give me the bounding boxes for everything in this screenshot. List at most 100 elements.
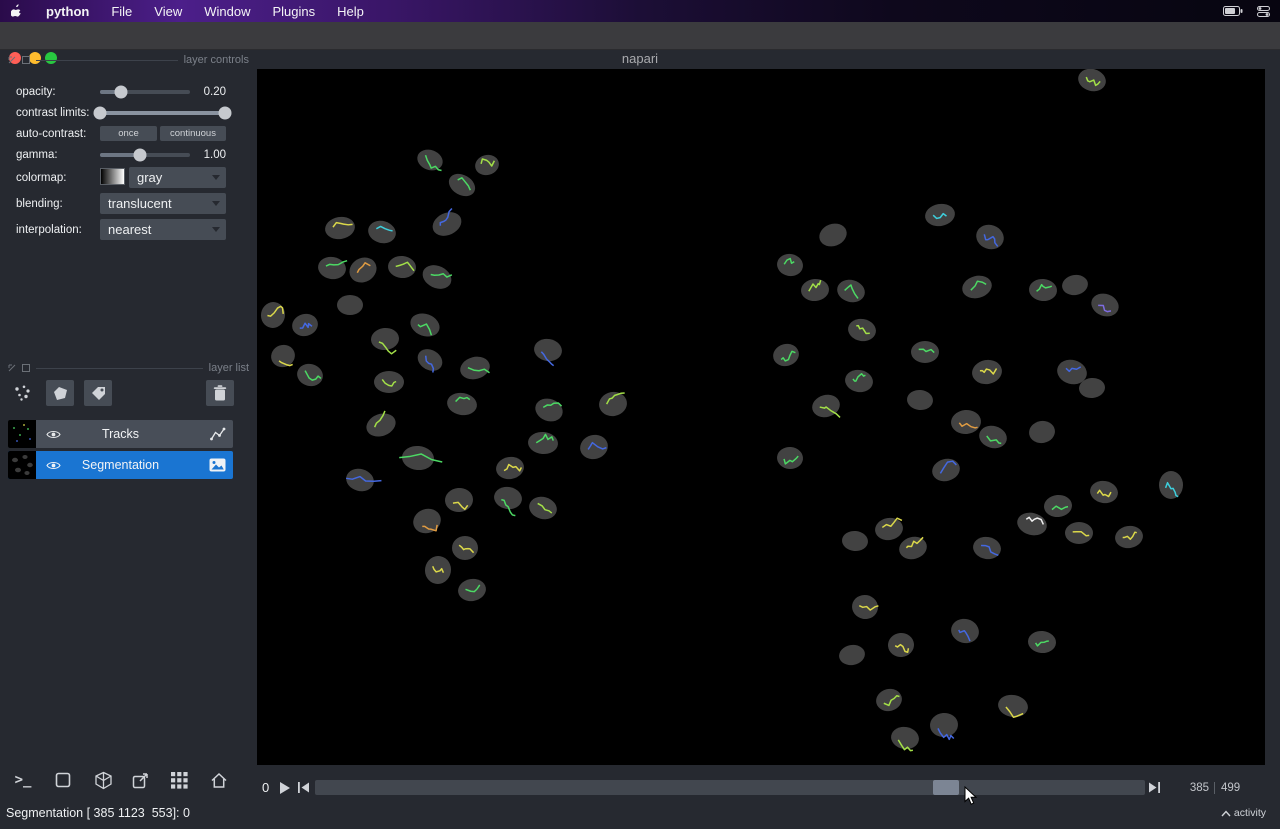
colormap-dropdown[interactable]: gray bbox=[129, 167, 226, 188]
blending-dropdown[interactable]: translucent bbox=[100, 193, 226, 214]
delete-layer-button[interactable] bbox=[206, 380, 234, 406]
cube-icon bbox=[94, 771, 112, 789]
battery-icon[interactable] bbox=[1223, 6, 1243, 16]
auto-contrast-continuous-button[interactable]: continuous bbox=[160, 126, 226, 141]
layer-row-tracks[interactable]: Tracks bbox=[8, 420, 233, 448]
shapes-icon bbox=[53, 386, 67, 400]
opacity-row: opacity: 0.20 bbox=[0, 82, 257, 102]
apple-icon bbox=[11, 3, 24, 19]
auto-contrast-row: auto-contrast: once continuous bbox=[0, 124, 257, 144]
viewer-canvas[interactable] bbox=[257, 69, 1265, 765]
interpolation-dropdown[interactable]: nearest bbox=[100, 219, 226, 240]
window-titlebar[interactable]: napari bbox=[0, 22, 1280, 66]
points-icon bbox=[15, 385, 30, 401]
tag-icon bbox=[91, 386, 105, 400]
console-icon: >_ bbox=[14, 772, 32, 788]
interpolation-label: interpolation: bbox=[16, 224, 82, 236]
skip-to-start-button[interactable] bbox=[298, 782, 310, 793]
apple-menu[interactable] bbox=[0, 0, 35, 22]
blending-value: translucent bbox=[108, 196, 172, 211]
frame-slider-handle[interactable] bbox=[932, 780, 959, 795]
layer-list-title: layer list bbox=[208, 362, 249, 374]
mouse-cursor bbox=[964, 786, 978, 805]
window-title: napari bbox=[621, 51, 659, 66]
play-button[interactable] bbox=[280, 782, 290, 794]
activity-toggle[interactable]: activity bbox=[1221, 807, 1266, 819]
grid-view-button[interactable] bbox=[164, 766, 194, 794]
menu-help[interactable]: Help bbox=[326, 0, 375, 22]
macos-menubar: python File View Window Plugins Help bbox=[0, 0, 1280, 22]
play-icon bbox=[280, 782, 290, 794]
contrast-row: contrast limits: bbox=[0, 103, 257, 123]
auto-contrast-label: auto-contrast: bbox=[16, 128, 87, 140]
header-divider bbox=[36, 59, 178, 61]
ndisplay-toggle-button[interactable] bbox=[48, 766, 78, 794]
current-frame: 385 bbox=[1189, 782, 1209, 794]
menu-file[interactable]: File bbox=[100, 0, 143, 22]
contrast-high-handle[interactable] bbox=[218, 106, 232, 120]
chevron-down-icon bbox=[212, 201, 220, 206]
chevron-down-icon bbox=[212, 227, 220, 232]
colormap-label: colormap: bbox=[16, 172, 67, 184]
transpose-icon bbox=[132, 773, 148, 789]
colormap-row: colormap: gray bbox=[0, 167, 257, 189]
activity-label: activity bbox=[1233, 807, 1266, 819]
status-coordinates: Segmentation [ 385 1123 553]: 0 bbox=[6, 806, 190, 820]
chevron-down-icon bbox=[212, 175, 220, 180]
frame-divider bbox=[1214, 782, 1215, 794]
layer-controls-header: layer controls bbox=[8, 54, 249, 66]
gamma-label: gamma: bbox=[16, 149, 58, 161]
control-center-icon[interactable] bbox=[1257, 5, 1270, 17]
contrast-range-fill bbox=[100, 111, 225, 115]
frame-slider[interactable] bbox=[315, 780, 1145, 795]
opacity-slider-handle[interactable] bbox=[114, 85, 128, 99]
colormap-gradient-thumbnail bbox=[100, 168, 125, 185]
new-shapes-layer-button[interactable] bbox=[46, 380, 74, 406]
menubar-app-name[interactable]: python bbox=[35, 0, 100, 22]
canvas-svg bbox=[260, 69, 1183, 752]
layer-row-segmentation[interactable]: Segmentation bbox=[8, 451, 233, 479]
dims-axis-label: 0 bbox=[262, 780, 270, 795]
interpolation-row: interpolation: nearest bbox=[0, 219, 257, 241]
interpolation-value: nearest bbox=[108, 222, 152, 237]
contrast-limits-label: contrast limits: bbox=[16, 107, 90, 119]
home-button[interactable] bbox=[204, 766, 234, 794]
gamma-slider[interactable] bbox=[100, 148, 190, 162]
colormap-value: gray bbox=[137, 170, 163, 185]
tracks-layer-icon bbox=[210, 427, 226, 441]
new-points-layer-button[interactable] bbox=[8, 380, 36, 406]
skip-end-icon bbox=[1149, 782, 1160, 793]
transpose-dimensions-button[interactable] bbox=[126, 766, 156, 794]
console-button[interactable]: >_ bbox=[8, 766, 38, 794]
roll-dimensions-button[interactable] bbox=[88, 766, 118, 794]
layer-name: Tracks bbox=[101, 427, 140, 441]
contrast-limits-slider[interactable] bbox=[93, 106, 232, 120]
menu-window[interactable]: Window bbox=[193, 0, 261, 22]
menu-plugins[interactable]: Plugins bbox=[261, 0, 326, 22]
home-icon bbox=[211, 772, 227, 788]
gamma-slider-handle[interactable] bbox=[133, 148, 147, 162]
opacity-label: opacity: bbox=[16, 86, 56, 98]
napari-window: python File View Window Plugins Help nap… bbox=[0, 0, 1280, 829]
opacity-slider[interactable] bbox=[100, 85, 190, 99]
contrast-low-handle[interactable] bbox=[93, 106, 107, 120]
square-2d-icon bbox=[55, 772, 71, 788]
gamma-value: 1.00 bbox=[203, 149, 226, 161]
header-divider bbox=[36, 367, 203, 369]
undock-panel-icon[interactable] bbox=[8, 364, 16, 372]
opacity-value: 0.20 bbox=[203, 86, 226, 98]
skip-to-end-button[interactable] bbox=[1149, 782, 1161, 793]
grid-icon bbox=[170, 771, 188, 789]
float-panel-icon[interactable] bbox=[22, 364, 30, 372]
new-labels-layer-button[interactable] bbox=[84, 380, 112, 406]
undock-panel-icon[interactable] bbox=[8, 56, 16, 64]
layer-list-header: layer list bbox=[8, 362, 249, 374]
layer-name: Segmentation bbox=[81, 458, 160, 472]
float-panel-icon[interactable] bbox=[22, 56, 30, 64]
layer-controls-title: layer controls bbox=[183, 54, 249, 66]
image-layer-icon bbox=[209, 458, 226, 472]
auto-contrast-once-button[interactable]: once bbox=[100, 126, 157, 141]
blending-row: blending: translucent bbox=[0, 193, 257, 215]
menu-view[interactable]: View bbox=[143, 0, 193, 22]
gamma-row: gamma: 1.00 bbox=[0, 145, 257, 165]
